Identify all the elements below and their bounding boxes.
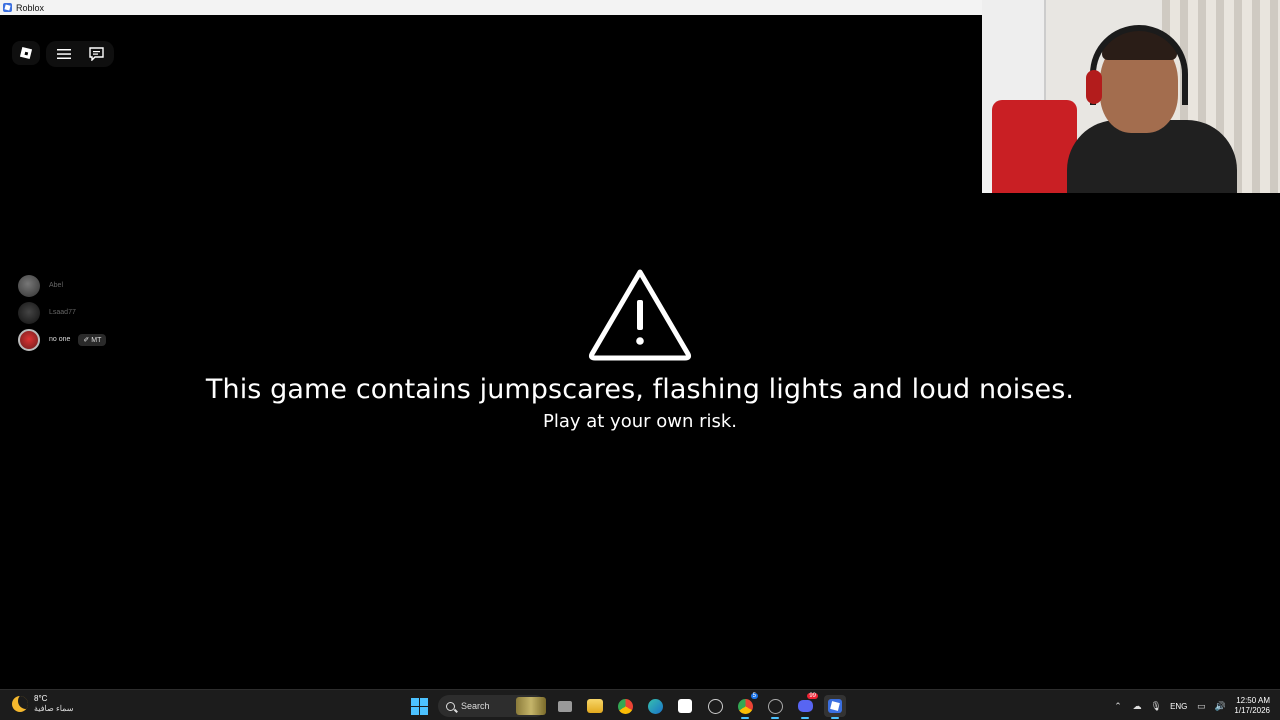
roblox-taskbar-button[interactable] <box>824 695 846 719</box>
clock-time: 12:50 AM <box>1236 696 1270 705</box>
roblox-topbar <box>12 41 114 67</box>
discord-button[interactable]: 99 <box>794 693 818 719</box>
webcam-overlay <box>982 0 1280 193</box>
store-button[interactable] <box>674 695 696 717</box>
warning-icon <box>588 269 692 361</box>
clock-date: 1/17/2026 <box>1234 706 1270 715</box>
windows-logo-icon <box>410 697 428 715</box>
edge-icon <box>647 698 663 714</box>
search-label: Search <box>461 701 490 711</box>
chrome-profile-button[interactable]: 5 <box>734 693 758 719</box>
chrome-icon <box>617 698 633 714</box>
search-highlight-image <box>516 697 546 715</box>
volume-icon[interactable]: 🔊 <box>1215 701 1226 711</box>
warning-subtitle: Play at your own risk. <box>542 411 738 432</box>
onedrive-icon[interactable]: ☁ <box>1132 701 1142 711</box>
chatgpt-button[interactable] <box>704 695 726 717</box>
openai-icon <box>767 698 783 714</box>
roblox-menu-button[interactable] <box>12 41 40 65</box>
notification-badge: 5 <box>750 693 758 699</box>
window-title: Roblox <box>16 2 45 13</box>
warning-title: This game contains jumpscares, flashing … <box>205 374 1075 405</box>
file-explorer-button[interactable] <box>584 695 606 717</box>
webcam-chair <box>992 100 1077 193</box>
taskbar-apps: Search 5 99 <box>408 693 846 719</box>
windows-taskbar: 8°C سماء صافية Search 5 99 ⌃ ☁ 🎙 ENG ▭ 🔊… <box>0 689 1280 720</box>
microphone-icon[interactable]: 🎙 <box>1150 701 1161 711</box>
openai-button[interactable] <box>764 695 786 719</box>
start-button[interactable] <box>408 695 430 717</box>
chatgpt-icon <box>707 698 723 714</box>
edge-button[interactable] <box>644 695 666 717</box>
window-titlebar[interactable]: Roblox <box>0 0 982 15</box>
clock[interactable]: 12:50 AM 1/17/2026 <box>1234 696 1270 716</box>
roblox-icon <box>828 699 842 713</box>
network-icon[interactable]: ▭ <box>1196 701 1206 711</box>
moon-icon <box>12 696 28 712</box>
roblox-logo-icon <box>19 46 33 60</box>
weather-condition: سماء صافية <box>34 704 74 713</box>
search-icon <box>446 701 455 711</box>
task-view-button[interactable] <box>554 695 576 717</box>
discord-icon <box>797 700 813 712</box>
notification-badge: 99 <box>807 693 818 699</box>
chat-icon <box>88 47 104 61</box>
folder-icon <box>587 699 603 713</box>
taskbar-search[interactable]: Search <box>438 695 546 717</box>
hamburger-icon <box>57 49 71 59</box>
topbar-button-group <box>46 41 114 67</box>
task-view-icon <box>558 700 572 712</box>
webcam-headset-earcup <box>1086 70 1102 104</box>
chrome-profile-icon <box>737 698 753 714</box>
leaderboard-button[interactable] <box>50 42 78 66</box>
content-warning: This game contains jumpscares, flashing … <box>0 268 1280 432</box>
system-tray: ⌃ ☁ 🎙 ENG ▭ 🔊 12:50 AM 1/17/2026 <box>1113 693 1270 719</box>
chrome-button[interactable] <box>614 695 636 717</box>
weather-temp: 8°C <box>34 694 48 703</box>
language-indicator[interactable]: ENG <box>1170 702 1187 711</box>
chat-button[interactable] <box>82 42 110 66</box>
weather-widget[interactable]: 8°C سماء صافية <box>12 694 74 714</box>
store-icon <box>678 699 692 713</box>
chevron-up-icon[interactable]: ⌃ <box>1113 701 1123 711</box>
roblox-app-icon <box>3 3 12 12</box>
